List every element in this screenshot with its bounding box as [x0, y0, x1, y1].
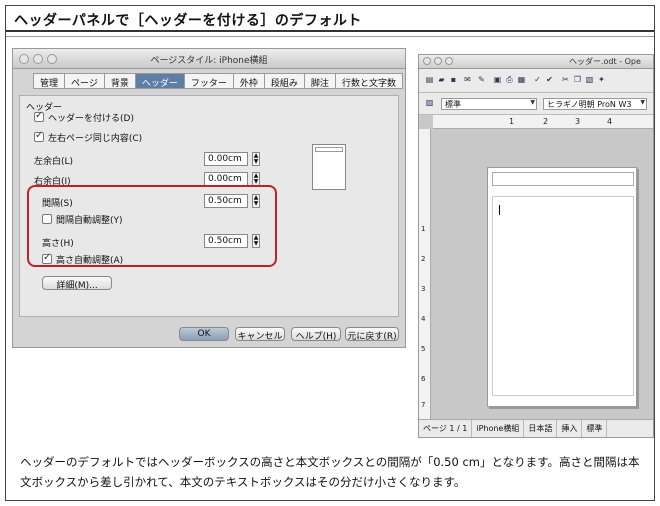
preview-header-box	[315, 147, 343, 152]
styles-icon[interactable]: ▨	[425, 98, 434, 108]
standard-toolbar: ▤ ▰ ▪ ✉ ✎ ▣ ⎙ ▦ ✓ ✔ ✂ ❐ ▧ ✦	[419, 69, 653, 93]
tab-footer[interactable]: フッター	[184, 73, 234, 89]
figure-caption: ヘッダーのデフォルトではヘッダーボックスの高さと本文ボックスとの間隔が「0.50…	[20, 455, 640, 489]
close-window-icon[interactable]	[423, 57, 431, 65]
cancel-button[interactable]: キャンセル	[235, 327, 285, 342]
chevron-down-icon: ▼	[640, 99, 645, 106]
ruler-label: 5	[421, 345, 426, 353]
paste-icon[interactable]: ▧	[585, 75, 594, 85]
status-page: ページ 1 / 1	[419, 420, 473, 437]
status-bar: ページ 1 / 1 iPhone横組 日本語 挿入 標準	[419, 419, 653, 437]
ruler-label: 1	[421, 225, 426, 233]
figure-heading: ヘッダーパネルで［ヘッダーを付ける］のデフォルト	[6, 6, 654, 32]
print-icon[interactable]: ⎙	[505, 75, 514, 85]
status-page-style[interactable]: iPhone横組	[472, 420, 525, 437]
body-text-box[interactable]	[492, 196, 634, 396]
same-content-label: 左右ページ同じ内容(C)	[48, 134, 143, 144]
page-style-dialog: ページスタイル: iPhone横組 管理 ページ 背景 ヘッダー フッター 外枠…	[12, 48, 406, 348]
edit-icon[interactable]: ✎	[477, 75, 486, 85]
ruler-label: 3	[421, 285, 426, 293]
text-cursor	[499, 205, 500, 215]
tab-header[interactable]: ヘッダー	[135, 73, 185, 89]
ruler-label: 3	[575, 117, 581, 126]
horizontal-ruler[interactable]: 1 2 3 4	[433, 115, 653, 129]
ruler-label: 1	[509, 117, 515, 126]
writer-titlebar: ヘッダー.odt - Ope	[419, 55, 653, 69]
font-name-select[interactable]: ヒラギノ明朝 ProN W3 ▼	[543, 98, 647, 110]
status-insert-mode[interactable]: 挿入	[557, 420, 583, 437]
vertical-ruler[interactable]: 1 2 3 4 5 6 7	[419, 129, 431, 419]
tab-text-grid[interactable]: 行数と文字数	[335, 73, 403, 89]
right-margin-field[interactable]: 0.00cm	[204, 172, 248, 186]
copy-icon[interactable]: ❐	[573, 75, 582, 85]
export-pdf-icon[interactable]: ▣	[493, 75, 502, 85]
ruler-label: 4	[607, 117, 613, 126]
minimize-window-icon[interactable]	[434, 57, 442, 65]
tab-page[interactable]: ページ	[65, 73, 105, 89]
reset-button[interactable]: 元に戻す(R)	[345, 327, 399, 342]
print-preview-icon[interactable]: ▦	[517, 75, 526, 85]
header-box[interactable]	[492, 172, 634, 186]
writer-title: ヘッダー.odt - Ope	[569, 57, 641, 66]
left-margin-field[interactable]: 0.00cm	[204, 152, 248, 166]
paragraph-style-select[interactable]: 標準 ▼	[441, 98, 537, 110]
dialog-title: ページスタイル: iPhone横組	[150, 56, 268, 66]
header-on-label: ヘッダーを付ける(D)	[48, 114, 134, 124]
left-margin-stepper[interactable]: ▲ ▼	[252, 152, 260, 166]
ruler-label: 2	[421, 255, 426, 263]
heading-divider	[6, 36, 654, 37]
status-language[interactable]: 日本語	[524, 420, 558, 437]
formatting-toolbar: ▨ 標準 ▼ ヒラギノ明朝 ProN W3 ▼	[419, 93, 653, 115]
left-margin-label: 左余白(L)	[34, 157, 74, 167]
save-icon[interactable]: ▪	[449, 75, 458, 85]
ruler-label: 2	[543, 117, 549, 126]
zoom-window-icon[interactable]	[445, 57, 453, 65]
chevron-down-icon: ▼	[530, 99, 535, 106]
spacing-height-highlight	[27, 185, 277, 267]
writer-window: ヘッダー.odt - Ope ▤ ▰ ▪ ✉ ✎ ▣ ⎙ ▦ ✓ ✔ ✂ ❐ ▧…	[418, 54, 654, 438]
help-button[interactable]: ヘルプ(H)	[291, 327, 341, 342]
cut-icon[interactable]: ✂	[561, 75, 570, 85]
dialog-tabs: 管理 ページ 背景 ヘッダー フッター 外枠 段組み 脚注 行数と文字数	[33, 73, 403, 89]
ruler-label: 4	[421, 315, 426, 323]
document-page[interactable]	[487, 167, 637, 407]
mail-icon[interactable]: ✉	[463, 75, 472, 85]
status-selection-mode[interactable]: 標準	[582, 420, 608, 437]
ok-button[interactable]: OK	[179, 327, 229, 341]
tab-borders[interactable]: 外枠	[233, 73, 265, 89]
tab-background[interactable]: 背景	[104, 73, 136, 89]
header-on-checkbox[interactable]	[34, 110, 44, 122]
tab-footnote[interactable]: 脚注	[304, 73, 336, 89]
same-content-checkbox[interactable]	[34, 130, 44, 142]
tab-columns[interactable]: 段組み	[264, 73, 305, 89]
dialog-titlebar: ページスタイル: iPhone横組	[13, 49, 405, 69]
auto-spellcheck-icon[interactable]: ✔	[545, 75, 554, 85]
spellcheck-icon[interactable]: ✓	[533, 75, 542, 85]
ruler-label: 7	[421, 401, 426, 409]
ruler-label: 6	[421, 375, 426, 383]
clone-format-icon[interactable]: ✦	[597, 75, 606, 85]
more-button[interactable]: 詳細(M)...	[42, 276, 112, 291]
tab-organizer[interactable]: 管理	[33, 73, 66, 89]
right-margin-stepper[interactable]: ▲ ▼	[252, 172, 260, 186]
new-document-icon[interactable]: ▤	[425, 75, 434, 85]
figure-frame: ヘッダーパネルで［ヘッダーを付ける］のデフォルト ページスタイル: iPhone…	[5, 5, 655, 501]
header-preview	[312, 144, 346, 190]
open-folder-icon[interactable]: ▰	[437, 75, 446, 85]
